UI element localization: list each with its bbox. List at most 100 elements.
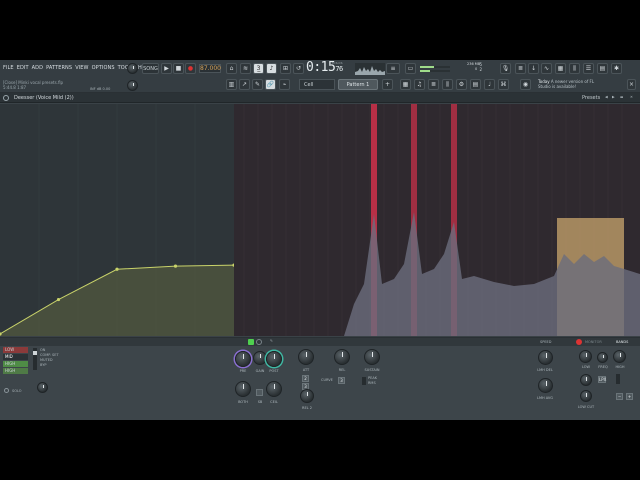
mode-dot-icon[interactable]: [256, 339, 262, 345]
attack-value[interactable]: 2: [302, 375, 309, 382]
post-gain-knob[interactable]: [266, 351, 282, 367]
transfer-curve-svg[interactable]: [0, 104, 236, 336]
snap-magnet-icon[interactable]: ▥: [226, 79, 237, 90]
play-icon[interactable]: ▶: [161, 63, 172, 74]
download-icon[interactable]: ↓: [528, 63, 539, 74]
zoom-out-button[interactable]: −: [616, 393, 623, 400]
bands-label[interactable]: BANDS: [616, 340, 628, 344]
playlist-icon[interactable]: ▦: [400, 79, 411, 90]
monitor-label[interactable]: MONITOR: [585, 340, 602, 344]
pre-gain-knob[interactable]: [235, 351, 251, 367]
pattern-selector[interactable]: Pattern 1: [338, 79, 378, 90]
loop-record-icon[interactable]: ↺: [293, 63, 304, 74]
both-knob[interactable]: [235, 381, 251, 397]
zoom-in-button[interactable]: +: [626, 393, 633, 400]
low-knob[interactable]: [579, 350, 592, 363]
typing-keyboard-icon[interactable]: ≡: [386, 63, 400, 74]
plugin-icon[interactable]: ⚙: [456, 79, 467, 90]
wait-for-input-icon[interactable]: ≋: [240, 63, 251, 74]
menu-file[interactable]: FILE: [3, 65, 14, 71]
menu-view[interactable]: VIEW: [75, 65, 88, 71]
peak-label[interactable]: PEAK: [368, 376, 377, 380]
record-icon[interactable]: ●: [185, 63, 196, 74]
menu-add[interactable]: ADD: [32, 65, 43, 71]
solo-label[interactable]: SOLO: [12, 389, 22, 393]
attack-knob[interactable]: [298, 349, 314, 365]
plugin-title[interactable]: Deesser (Voice Mild (2)): [14, 95, 74, 101]
curve-value[interactable]: 3: [338, 377, 345, 384]
step-edit-icon[interactable]: ♪: [266, 63, 277, 74]
stop-icon[interactable]: ■: [173, 63, 184, 74]
menu-options[interactable]: OPTIONS: [92, 65, 115, 71]
spectrum-svg[interactable]: [234, 104, 640, 336]
presets-button[interactable]: Presets: [582, 95, 600, 101]
online-news-icon[interactable]: ≣: [515, 63, 526, 74]
piano-roll-icon[interactable]: ▦: [555, 63, 566, 74]
metronome-icon[interactable]: ⌂: [226, 63, 237, 74]
menu-edit[interactable]: EDIT: [17, 65, 29, 71]
transfer-curve-panel[interactable]: [0, 104, 236, 336]
mixer-icon[interactable]: ⫼: [569, 63, 580, 74]
peak-rms-switch[interactable]: [362, 377, 366, 385]
eq-low-gain-knob[interactable]: [580, 374, 592, 386]
channel-rack-icon[interactable]: ☰: [583, 63, 594, 74]
release-knob[interactable]: [334, 349, 350, 365]
band-fader[interactable]: [33, 348, 37, 370]
browser-icon[interactable]: ▤: [597, 63, 608, 74]
freq-knob[interactable]: [597, 352, 608, 363]
band-fader-thumb[interactable]: [33, 351, 37, 355]
preset-prev-icon[interactable]: ◀: [605, 95, 608, 99]
band-high2-button[interactable]: HIGH: [3, 368, 28, 374]
band-mid-button[interactable]: MID: [3, 354, 28, 360]
plugin-picker-icon[interactable]: ✱: [611, 63, 622, 74]
band-high-button[interactable]: HIGH: [3, 361, 28, 367]
solo-led[interactable]: [4, 388, 9, 393]
sb-toggle[interactable]: [256, 389, 263, 396]
tempo-tap-icon[interactable]: ♩: [484, 79, 495, 90]
snap-select[interactable]: Cell: [299, 79, 335, 90]
sustain-knob[interactable]: [364, 349, 380, 365]
lmh-delay-knob[interactable]: [538, 350, 553, 365]
template-icon[interactable]: ⌘: [498, 79, 509, 90]
band-volume-knob[interactable]: [37, 382, 48, 393]
edit-icon[interactable]: ✎: [270, 339, 273, 343]
draw-tool-icon[interactable]: ✎: [252, 79, 263, 90]
master-volume-knob[interactable]: [127, 63, 138, 74]
plugin-minimize-icon[interactable]: ▬: [620, 95, 623, 99]
option-comp-set[interactable]: COMP. SET: [40, 353, 59, 357]
high-knob[interactable]: [613, 350, 626, 363]
add-pattern-icon[interactable]: +: [382, 79, 393, 90]
release2-knob[interactable]: [300, 389, 314, 403]
spectrum-analyzer-panel[interactable]: [234, 104, 640, 336]
plugin-power-icon[interactable]: [3, 95, 9, 101]
option-muted[interactable]: MUTED: [40, 358, 53, 362]
master-pitch-knob[interactable]: [127, 80, 138, 91]
low-cut-knob[interactable]: [580, 390, 592, 402]
wave-icon[interactable]: ∿: [541, 63, 552, 74]
link-tool-icon[interactable]: 🔗: [265, 79, 276, 90]
option-on[interactable]: ON: [40, 348, 45, 352]
paint-tool-icon[interactable]: ⌁: [279, 79, 290, 90]
plugin-close-icon[interactable]: ✕: [630, 95, 633, 99]
preset-next-icon[interactable]: ▶: [612, 95, 615, 99]
browser-toggle-icon[interactable]: ▤: [470, 79, 481, 90]
gain-knob[interactable]: [253, 351, 267, 365]
menu-patterns[interactable]: PATTERNS: [46, 65, 72, 71]
multilink-icon[interactable]: ▭: [405, 63, 416, 74]
tempo-display[interactable]: 87.000: [199, 64, 221, 73]
rms-label[interactable]: RMS: [368, 381, 376, 385]
mixer-toggle-icon[interactable]: ⫼: [442, 79, 453, 90]
piano-icon[interactable]: ♫: [414, 79, 425, 90]
news-close-icon[interactable]: ×: [627, 79, 636, 90]
eq-switch[interactable]: [616, 374, 620, 384]
channel-icon[interactable]: ≣: [428, 79, 439, 90]
ceiling-knob[interactable]: [266, 381, 282, 397]
lpx-toggle[interactable]: LPX: [598, 376, 606, 383]
lmh-avg-knob[interactable]: [538, 378, 553, 393]
song-mode-toggle[interactable]: SONG: [142, 63, 159, 74]
active-indicator[interactable]: [248, 339, 254, 345]
arrow-tool-icon[interactable]: ↗: [239, 79, 250, 90]
band-low-button[interactable]: LOW: [3, 347, 28, 353]
blend-notes-icon[interactable]: ⊞: [280, 63, 291, 74]
option-bypass[interactable]: BYP: [40, 363, 46, 367]
